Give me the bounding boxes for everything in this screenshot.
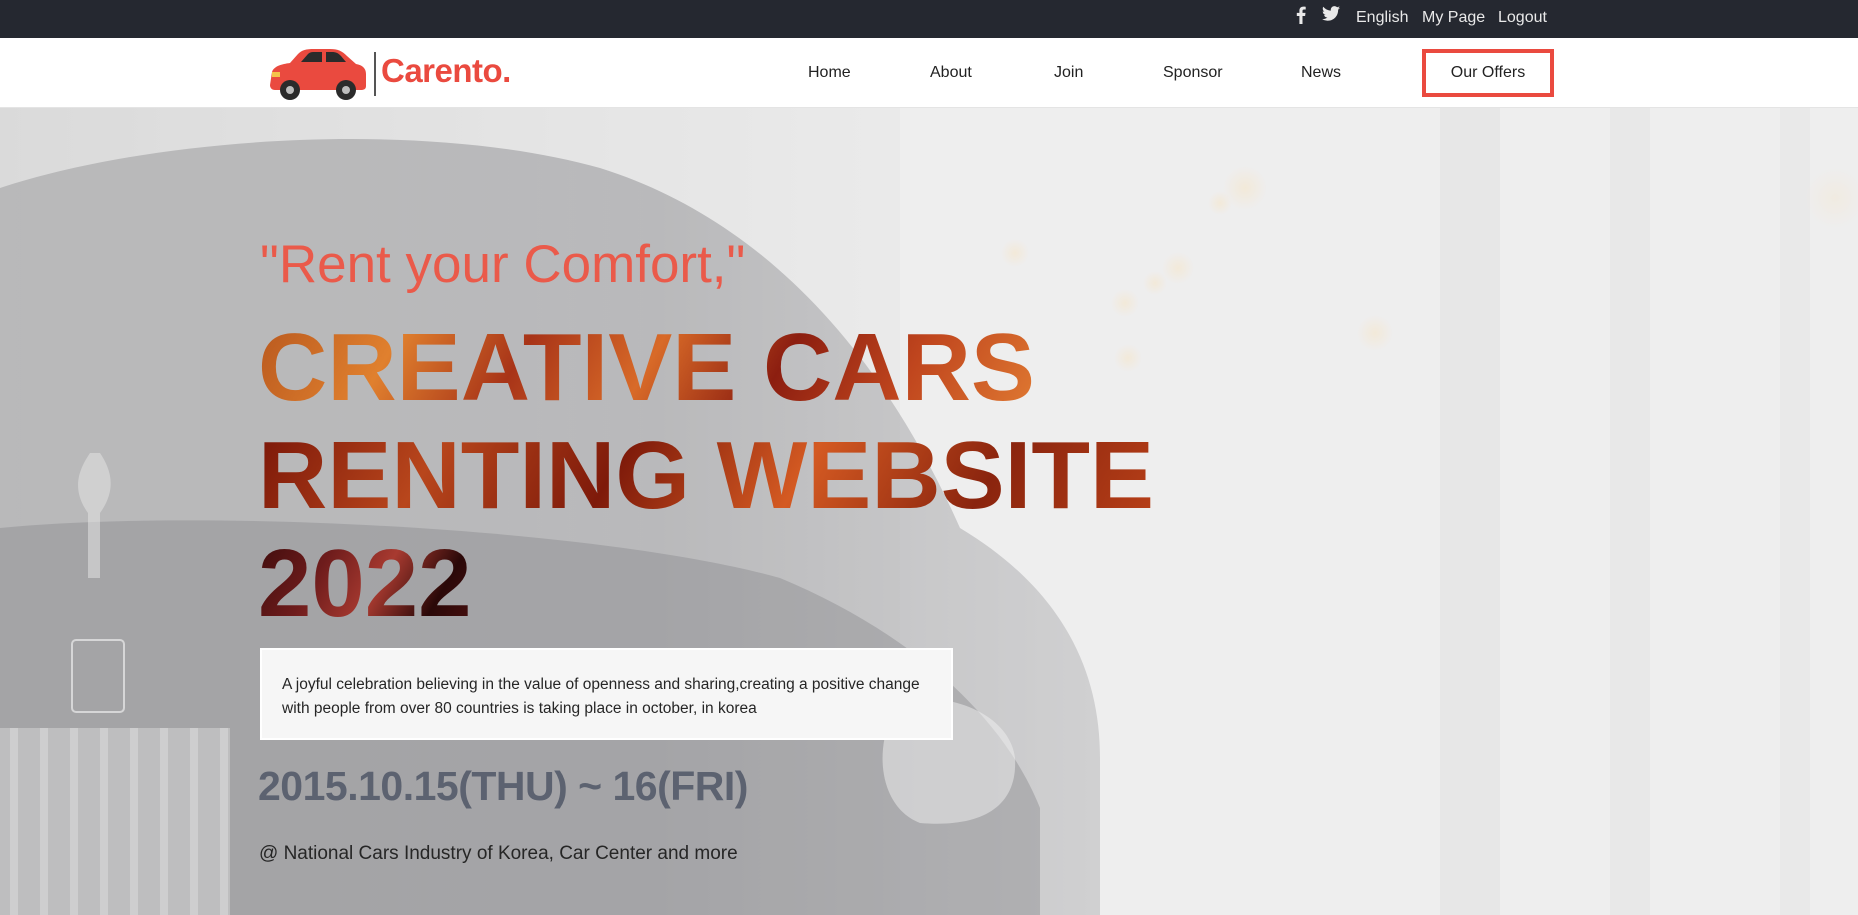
our-offers-button[interactable]: Our Offers	[1422, 49, 1554, 97]
brand-name: Carento.	[381, 52, 511, 89]
hero-headline-line-1: CREATIVE CARS	[258, 314, 1035, 421]
logout-link[interactable]: Logout	[1498, 0, 1547, 38]
car-icon	[270, 49, 366, 100]
nav-join[interactable]: Join	[1054, 38, 1083, 108]
nav-sponsor[interactable]: Sponsor	[1163, 38, 1223, 108]
nav-about[interactable]: About	[930, 38, 972, 108]
hero-tagline: "Rent your Comfort,"	[260, 235, 746, 294]
my-page-link[interactable]: My Page	[1422, 0, 1485, 38]
hero-headline-year: 2022	[258, 530, 472, 637]
twitter-icon[interactable]	[1322, 0, 1344, 38]
hero-section: "Rent your Comfort," CREATIVE CARS RENTI…	[0, 108, 1858, 915]
hero-headline-line-2: RENTING WEBSITE	[258, 422, 1155, 529]
facebook-icon[interactable]	[1296, 0, 1310, 38]
nav-home[interactable]: Home	[808, 38, 851, 108]
language-selector[interactable]: English	[1356, 0, 1408, 38]
top-utility-bar: English My Page Logout	[0, 0, 1858, 38]
event-dates: 2015.10.15(THU) ~ 16(FRI)	[258, 763, 748, 809]
logo-divider	[374, 52, 376, 96]
main-navbar: Carento. Home About Join Sponsor News Ou…	[0, 38, 1858, 108]
event-venue: @ National Cars Industry of Korea, Car C…	[259, 843, 738, 864]
nav-news[interactable]: News	[1301, 38, 1341, 108]
hero-description-box: A joyful celebration believing in the va…	[260, 648, 953, 740]
hero-description: A joyful celebration believing in the va…	[282, 676, 920, 717]
brand-logo[interactable]: Carento.	[268, 46, 518, 100]
